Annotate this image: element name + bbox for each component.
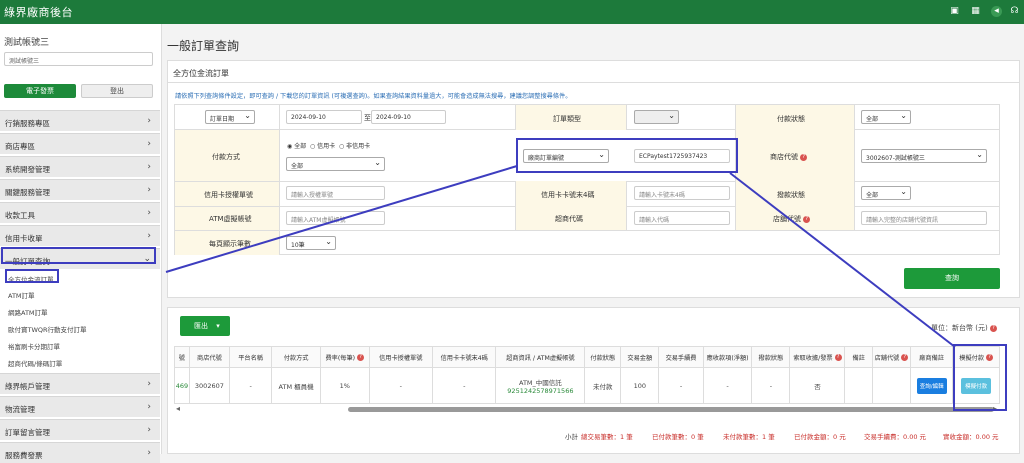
chevron-right-icon: › xyxy=(147,208,151,218)
support-icon[interactable]: ☊ xyxy=(1009,6,1020,17)
vendor-edit-button[interactable]: 查詢/編輯 xyxy=(916,377,947,394)
date-separator: 至 xyxy=(364,114,371,122)
panel-title: 全方位金流訂單 xyxy=(168,61,1019,83)
highlight-order-query xyxy=(1,247,156,264)
atm-input[interactable]: 請輸入ATM虛擬帳號 xyxy=(286,211,385,225)
cvs-input[interactable]: 請輸入代碼 xyxy=(634,211,730,225)
help-icon: ? xyxy=(800,153,808,161)
qrcode-icon[interactable]: ▣ xyxy=(949,6,960,17)
footer-paid-count: 已付款筆數：0 筆 xyxy=(652,433,704,441)
credit-last4-input[interactable]: 請輸入卡號末4碼 xyxy=(634,186,730,200)
subitem-atm-orders[interactable]: ATM訂單 xyxy=(8,290,35,300)
date-type-select[interactable]: 訂單日期 xyxy=(205,110,255,124)
horizontal-scrollbar[interactable] xyxy=(348,407,994,412)
table-header-row: 號商店代號 平台名稱 付款方式 費率(每筆) ? 信用卡授權單號 信用卡卡號末4碼 超商… xyxy=(174,346,1000,368)
filter-grid: 訂單日期 2024-09-10 至 2024-09-10 訂單類型 付款狀態 全… xyxy=(174,104,1000,255)
scroll-left-icon[interactable]: ◂ xyxy=(176,404,180,413)
highlight-search-field xyxy=(516,138,738,173)
date-to-input[interactable]: 2024-09-10 xyxy=(371,110,446,124)
chevron-right-icon: › xyxy=(147,139,151,149)
cvs-label: 超商代碼 xyxy=(555,215,583,223)
back-icon[interactable]: ◂ xyxy=(991,6,1002,17)
refund-status-select[interactable]: 全部 xyxy=(861,186,911,200)
order-type-label: 訂單類型 xyxy=(553,115,581,123)
results-table: 號商店代號 平台名稱 付款方式 費率(每筆) ? 信用卡授權單號 信用卡卡號末4碼 超商… xyxy=(174,346,1000,404)
credit-last4-label: 信用卡卡號末4碼 xyxy=(541,191,595,199)
help-icon: ? xyxy=(989,324,997,332)
table-row: 469 3002607 - ATM 櫃員機 1% - - ATM_中國信託 925… xyxy=(174,367,1000,404)
pay-method-label: 付款方式 xyxy=(212,153,240,161)
store-code-label: 商店代號 ? xyxy=(770,152,808,162)
sidebar-item-logistics[interactable]: 物流管理 › xyxy=(0,396,160,417)
atm-label: ATM虛擬帳號 xyxy=(209,215,252,223)
help-icon: ? xyxy=(803,215,811,223)
sidebar-item-service-invoice[interactable]: 服務費發票 › xyxy=(0,442,160,463)
sidebar: 測試帳號三 測試帳號三 電子發票 登出 行銷服務專區 › 商店專區 › 系統開發管理… xyxy=(0,24,162,463)
credit-auth-input[interactable]: 請輸入授權單號 xyxy=(286,186,385,200)
subitem-web-atm-orders[interactable]: 網路ATM訂單 xyxy=(8,307,48,317)
sidebar-item-credit-acquiring[interactable]: 信用卡收單 › xyxy=(0,225,160,246)
chevron-right-icon: › xyxy=(147,379,151,389)
store-code-select[interactable]: 3002607-測試帳號三 xyxy=(861,149,987,163)
info-text: 請依照下列查詢條件設定，即可查詢 / 下載您的訂單資訊 (可複選查詢)。如果查詢… xyxy=(175,93,572,100)
chevron-right-icon: › xyxy=(147,116,151,126)
sidebar-item-key-services[interactable]: 關鍵服務管理 › xyxy=(0,179,160,200)
pay-status-label: 付款狀態 xyxy=(777,115,805,123)
credit-auth-label: 信用卡授權單號 xyxy=(204,191,253,199)
page-size-label: 每頁顯示筆數 xyxy=(209,240,251,248)
page-title: 一般訂單查詢 xyxy=(167,39,240,53)
footer-total-count: 總交易筆數：1 筆 xyxy=(581,433,633,441)
grid-icon[interactable]: ▦ xyxy=(970,6,981,17)
chevron-right-icon: › xyxy=(147,231,151,241)
footer-unpaid-count: 未付款筆數：1 筆 xyxy=(723,433,775,441)
account-name: 測試帳號三 xyxy=(4,38,50,48)
order-type-select[interactable] xyxy=(634,110,679,124)
subitem-installment-orders[interactable]: 裕富刷卡分期訂單 xyxy=(8,341,60,351)
sidebar-item-marketing[interactable]: 行銷服務專區 › xyxy=(0,110,160,131)
export-button[interactable]: 匯出 ▾ xyxy=(180,316,230,336)
chevron-right-icon: › xyxy=(147,162,151,172)
chevron-right-icon: › xyxy=(147,185,151,195)
currency-unit: 單位：新台幣 (元) ? xyxy=(931,323,997,333)
sidebar-item-account-mgmt[interactable]: 綠界帳戶管理 › xyxy=(0,373,160,394)
subitem-cvs-orders[interactable]: 超商代碼/條碼訂單 xyxy=(8,358,62,368)
top-bar: 綠界廠商後台 ▣ ▦ ◂ ☊ xyxy=(0,0,1024,24)
query-button[interactable]: 查詢 xyxy=(904,268,1000,289)
sidebar-item-store[interactable]: 商店專區 › xyxy=(0,133,160,154)
sidebar-item-order-messages[interactable]: 訂單留言管理 › xyxy=(0,419,160,440)
chevron-right-icon: › xyxy=(147,402,151,412)
footer-fee-total: 交易手續費：0.00 元 xyxy=(864,433,927,441)
store-id-label: 店舖代號 ? xyxy=(773,214,811,224)
highlight-subitem xyxy=(5,269,59,283)
highlight-simulate-column xyxy=(953,344,1007,411)
sidebar-item-system-dev[interactable]: 系統開發管理 › xyxy=(0,156,160,177)
footer-receivable: 實收金額：0.00 元 xyxy=(943,433,999,441)
footer-subtotal: 小計 xyxy=(565,433,578,441)
sidebar-item-payment-tools[interactable]: 收款工具 › xyxy=(0,202,160,223)
e-invoice-button[interactable]: 電子發票 xyxy=(4,84,76,98)
store-id-input[interactable]: 請輸入完整的店鋪代號資訊 xyxy=(861,211,987,225)
caret-down-icon: ▾ xyxy=(216,322,220,330)
pay-status-select[interactable]: 全部 xyxy=(861,110,911,124)
pay-method-select[interactable]: 全部 xyxy=(286,157,385,171)
account-select[interactable]: 測試帳號三 xyxy=(4,52,153,66)
refund-status-label: 撥款狀態 xyxy=(777,191,805,199)
app-title: 綠界廠商後台 xyxy=(4,6,73,19)
pay-method-radios[interactable]: ◉ 全部 ○ 信用卡 ○ 非信用卡 xyxy=(287,141,370,150)
chevron-right-icon: › xyxy=(147,448,151,458)
subitem-twqr-orders[interactable]: 歐付寶TWQR行動支付訂單 xyxy=(8,324,87,334)
page-size-select[interactable]: 10筆 xyxy=(286,236,336,250)
footer-paid-amount: 已付款金額：0 元 xyxy=(794,433,846,441)
logout-button[interactable]: 登出 xyxy=(81,84,153,98)
chevron-right-icon: › xyxy=(147,425,151,435)
date-from-input[interactable]: 2024-09-10 xyxy=(286,110,362,124)
